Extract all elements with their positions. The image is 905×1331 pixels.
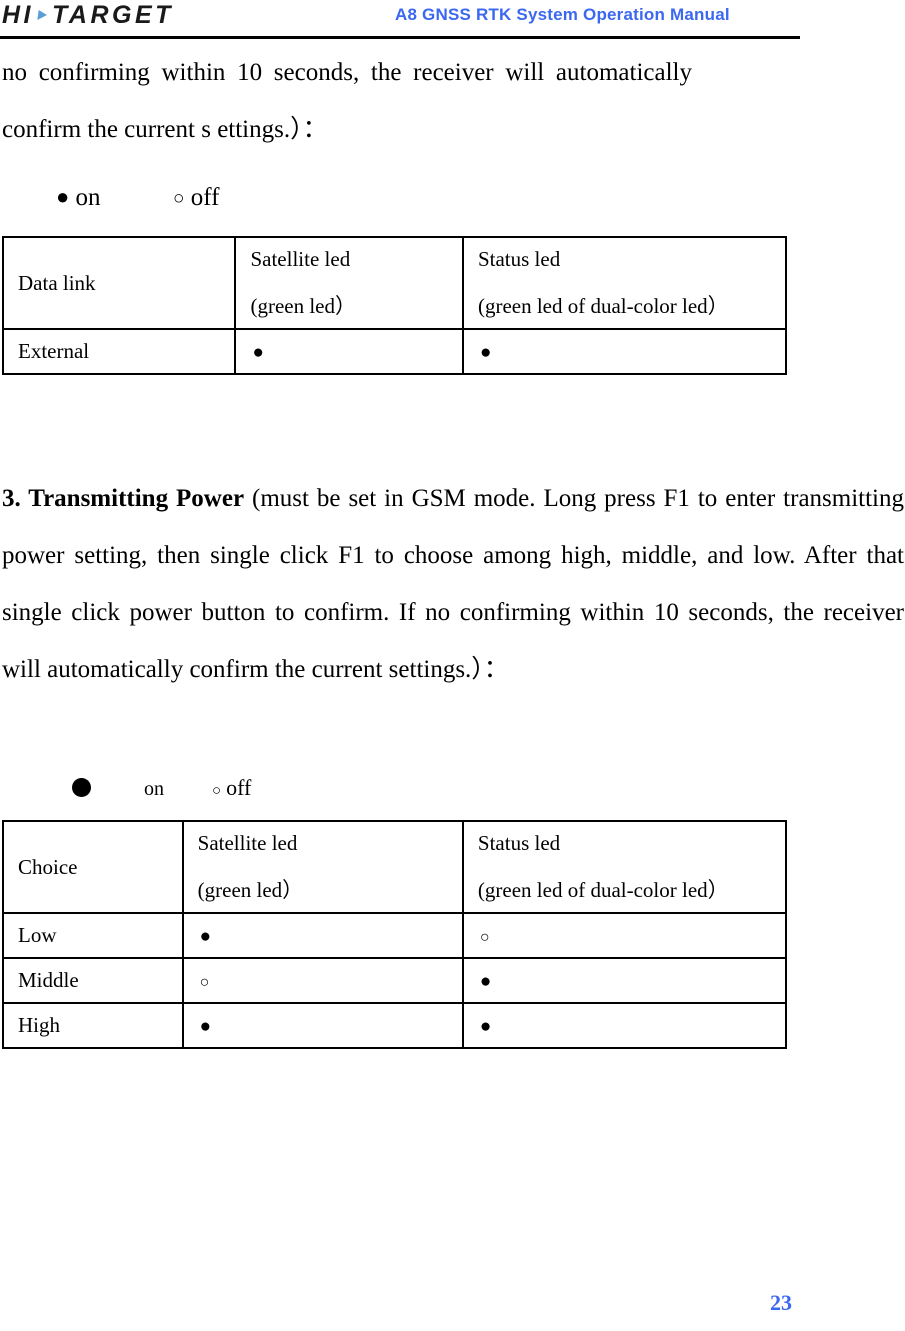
cell-external-status-led: ● bbox=[461, 328, 788, 375]
header-cell-satellite-led: Satellite led (green led） bbox=[234, 236, 464, 330]
filled-circle-icon: ● bbox=[252, 342, 264, 363]
satellite-led-title: Satellite led bbox=[250, 247, 351, 271]
satellite-led-subtitle: (green led） bbox=[250, 294, 357, 318]
paragraph-continuation: no confirming within 10 seconds, the rec… bbox=[2, 44, 692, 158]
table-row: External ● ● bbox=[1, 328, 788, 375]
header-divider bbox=[0, 36, 800, 39]
hollow-circle-icon: ○ bbox=[479, 929, 490, 946]
hollow-circle-icon: ○ bbox=[212, 783, 222, 799]
status-led-title: Status led bbox=[477, 247, 561, 271]
filled-circle-icon: ● bbox=[199, 926, 212, 947]
hollow-circle-icon: ○ bbox=[199, 974, 210, 991]
filled-circle-icon: ● bbox=[479, 1016, 492, 1037]
row-label-high: High bbox=[2, 1002, 184, 1049]
cell-low-satellite-led: ● bbox=[181, 912, 464, 959]
row-label-external: External bbox=[1, 328, 237, 375]
table-row: Low ● ○ bbox=[2, 912, 788, 959]
cell-low-status-led: ○ bbox=[461, 912, 788, 959]
legend-choice: on ○ off bbox=[72, 775, 251, 801]
header-cell-satellite-led: Satellite led (green led） bbox=[181, 820, 464, 914]
cell-external-satellite-led: ● bbox=[234, 328, 464, 375]
table-row: High ● ● bbox=[2, 1002, 788, 1049]
hollow-circle-icon: ○ bbox=[173, 188, 185, 209]
data-link-led-table: Data link Satellite led (green led） Stat… bbox=[1, 236, 788, 375]
legend-off-label: off bbox=[190, 184, 220, 211]
transmitting-power-paragraph: 3. Transmitting Power (must be set in GS… bbox=[2, 470, 904, 698]
transmitting-power-led-table: Choice Satellite led (green led） Status … bbox=[2, 820, 788, 1049]
cell-middle-status-led: ● bbox=[461, 957, 788, 1004]
cell-high-satellite-led: ● bbox=[181, 1002, 464, 1049]
filled-circle-icon bbox=[72, 778, 91, 797]
legend-on-label: on bbox=[144, 778, 164, 800]
filled-circle-icon: ● bbox=[479, 971, 492, 992]
status-led-title: Status led bbox=[477, 831, 561, 855]
transmitting-power-heading: 3. Transmitting Power bbox=[2, 485, 245, 512]
filled-circle-icon: ● bbox=[56, 184, 70, 209]
cell-high-status-led: ● bbox=[461, 1002, 788, 1049]
row-label-middle: Middle bbox=[2, 957, 184, 1004]
blue-arrow-icon bbox=[37, 10, 48, 20]
satellite-led-title: Satellite led bbox=[197, 831, 298, 855]
status-led-subtitle: (green led of dual-color led） bbox=[477, 878, 729, 902]
legend-on-label: on bbox=[75, 184, 101, 211]
row-label-low: Low bbox=[2, 912, 184, 959]
table-header-row: Choice Satellite led (green led） Status … bbox=[2, 820, 788, 914]
hi-target-logo: HI TARGET bbox=[2, 0, 174, 30]
header-cell-status-led: Status led (green led of dual-color led） bbox=[461, 820, 788, 914]
filled-circle-icon: ● bbox=[199, 1016, 212, 1037]
legend-datalink: ● on ○ off bbox=[56, 184, 219, 212]
logo-text-target: TARGET bbox=[52, 0, 174, 29]
table-row: Middle ○ ● bbox=[2, 957, 788, 1004]
filled-circle-icon: ● bbox=[479, 342, 492, 363]
logo-text-hi: HI bbox=[2, 0, 34, 29]
header-cell-status-led: Status led (green led of dual-color led） bbox=[461, 236, 788, 330]
header-cell-row-label: Data link bbox=[1, 236, 237, 330]
page-number: 23 bbox=[770, 1290, 792, 1315]
status-led-subtitle: (green led of dual-color led） bbox=[477, 294, 729, 318]
manual-title: A8 GNSS RTK System Operation Manual bbox=[395, 5, 730, 24]
cell-middle-satellite-led: ○ bbox=[181, 957, 464, 1004]
paragraph-continuation-text: no confirming within 10 seconds, the rec… bbox=[2, 59, 692, 143]
table-header-row: Data link Satellite led (green led） Stat… bbox=[1, 236, 788, 330]
page-header: HI TARGET A8 GNSS RTK System Operation M… bbox=[0, 0, 905, 40]
satellite-led-subtitle: (green led） bbox=[197, 878, 304, 902]
legend-off-label: off bbox=[226, 775, 252, 800]
header-cell-row-label: Choice bbox=[2, 820, 184, 914]
transmitting-power-body: (must be set in GSM mode. Long press F1 … bbox=[2, 485, 904, 683]
